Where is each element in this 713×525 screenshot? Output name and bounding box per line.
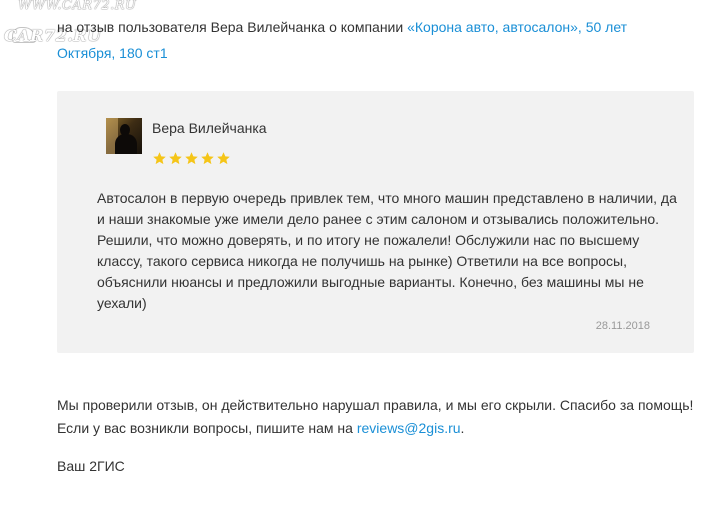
signature: Ваш 2ГИС: [57, 458, 125, 474]
intro-paragraph: на отзыв пользователя Вера Вилейчанка о …: [57, 14, 677, 66]
review-author: Вера Вилейчанка: [152, 120, 267, 136]
star-icon: [217, 152, 230, 165]
star-icon: [153, 152, 166, 165]
intro-text: на отзыв пользователя Вера Вилейчанка о …: [57, 19, 408, 35]
email-link[interactable]: reviews@2gis.ru: [357, 420, 461, 436]
review-text: Автосалон в первую очередь привлек тем, …: [97, 190, 677, 311]
star-icon: [169, 152, 182, 165]
avatar: [106, 118, 142, 154]
star-icon: [201, 152, 214, 165]
review-card: Вера Вилейчанка Автосалон в первую очере…: [57, 91, 694, 353]
car-logo-icon: [12, 27, 36, 43]
review-date: 28.11.2018: [595, 320, 650, 332]
reply-end: .: [460, 420, 465, 436]
watermark-url: WWW.CAR72.RU: [18, 0, 137, 13]
rating-stars: [152, 151, 231, 167]
reply-paragraph: Мы проверили отзыв, он действительно нар…: [57, 394, 697, 440]
star-icon: [185, 152, 198, 165]
